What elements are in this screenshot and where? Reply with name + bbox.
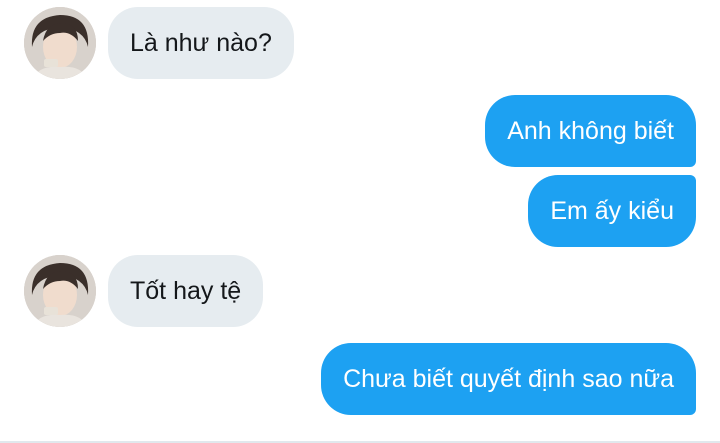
contact-avatar[interactable] <box>24 255 96 327</box>
message-incoming[interactable]: Tốt hay tệ <box>108 255 264 327</box>
message-text: Tốt hay tệ <box>130 276 242 305</box>
message-outgoing[interactable]: Chưa biết quyết định sao nữa <box>321 343 696 415</box>
avatar-photo-icon <box>24 7 96 79</box>
contact-avatar[interactable] <box>24 7 96 79</box>
message-incoming[interactable]: Là như nào? <box>108 7 294 79</box>
message-text: Là như nào? <box>130 28 272 57</box>
avatar-photo-icon <box>24 255 96 327</box>
message-outgoing[interactable]: Em ấy kiểu <box>528 175 696 247</box>
message-text: Em ấy kiểu <box>550 196 674 225</box>
message-text: Anh không biết <box>507 116 674 145</box>
message-outgoing[interactable]: Anh không biết <box>485 95 696 167</box>
message-text: Chưa biết quyết định sao nữa <box>343 364 674 393</box>
chat-conversation: Là như nào? Anh không biết Em ấy kiểu Tố… <box>0 0 720 443</box>
